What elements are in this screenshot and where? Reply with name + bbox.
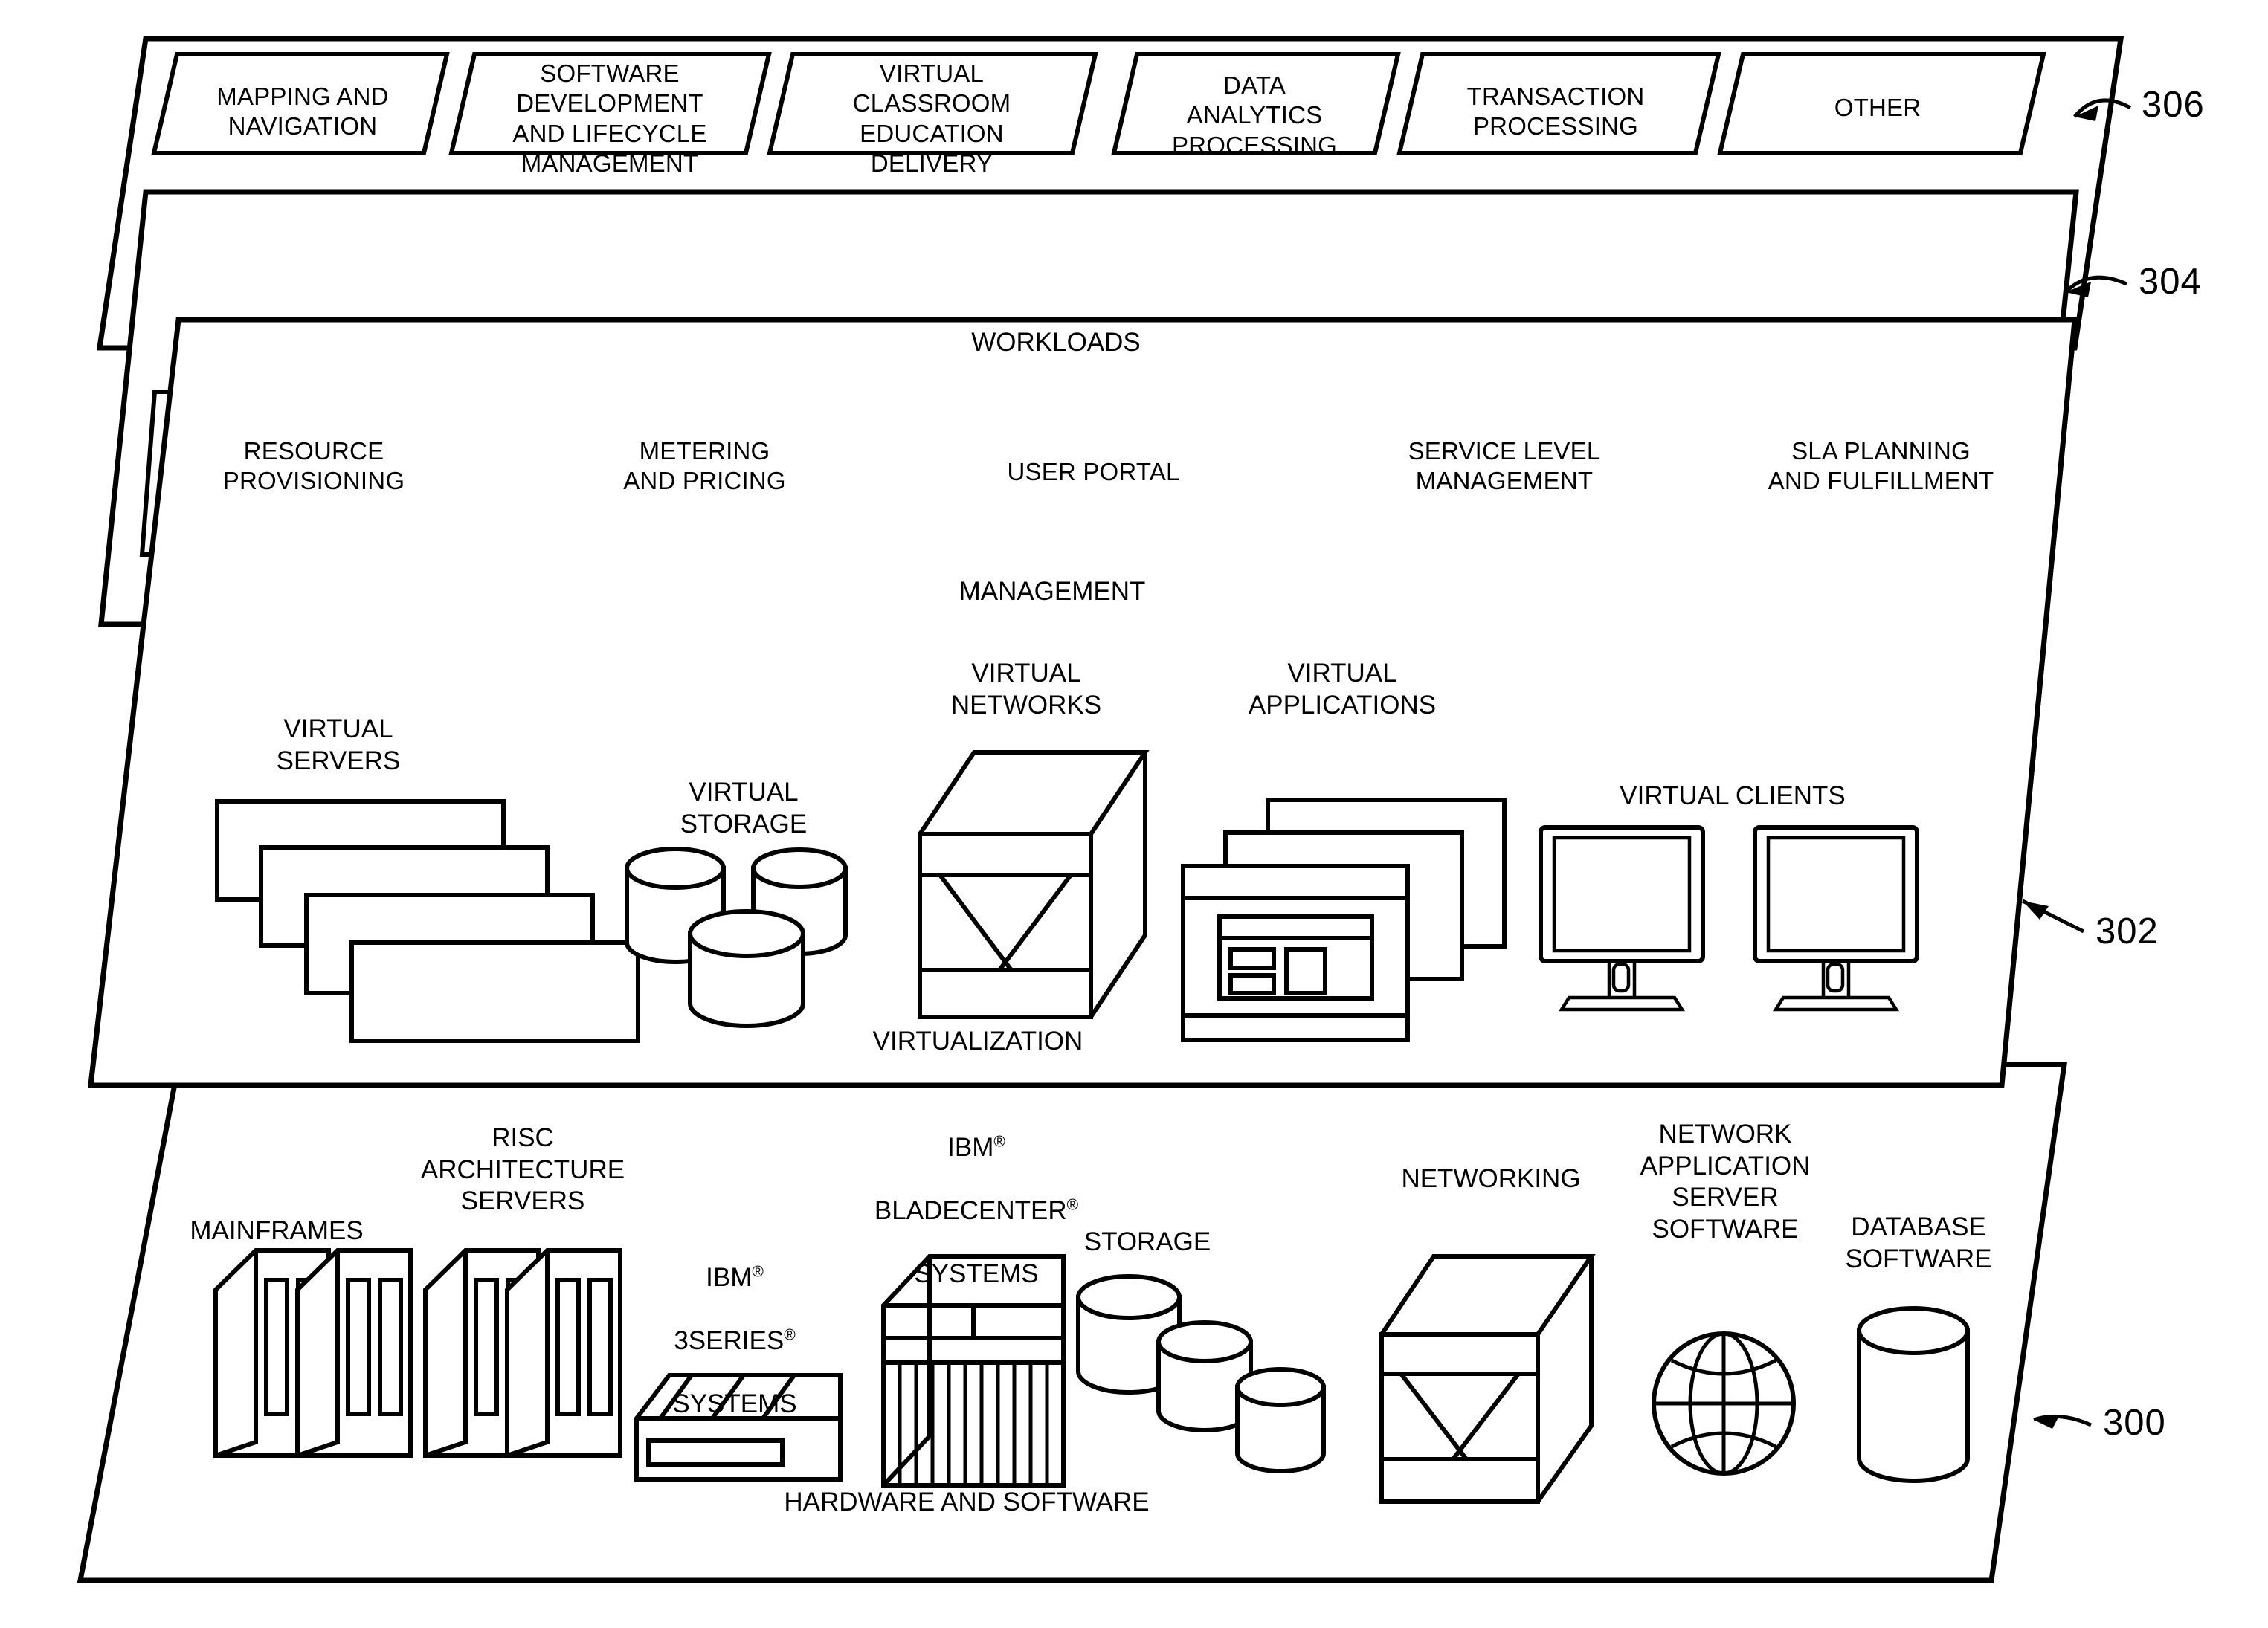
- reference-number-300: 300: [2103, 1403, 2166, 1443]
- icon-label-virtual-applications: VIRTUAL APPLICATIONS: [1248, 659, 1437, 720]
- tile-label-service-level-management: SERVICE LEVEL MANAGEMENT: [1408, 437, 1601, 495]
- reference-number-302: 302: [2095, 911, 2159, 952]
- tile-label-virtual-classroom: VIRTUAL CLASSROOM EDUCATION DELIVERY: [852, 59, 1011, 177]
- tile-label-other: OTHER: [1834, 94, 1921, 121]
- registered-mark-icon: ®: [752, 1263, 764, 1281]
- ibm-3series-line1: IBM®: [706, 1262, 764, 1292]
- icon-label-storage: STORAGE: [1083, 1227, 1211, 1256]
- layer-name-hardware-and-software: HARDWARE AND SOFTWARE: [784, 1488, 1150, 1516]
- diagram-vector-layer: .slab { fill:#ffffff; stroke:#000000; st…: [77, 36, 2132, 1583]
- icon-label-ibm-bladecenter: IBM® BLADECENTER® SYSTEMS: [831, 1100, 1121, 1291]
- risc-servers-icon: [423, 1248, 622, 1458]
- icon-label-virtual-storage: VIRTUAL STORAGE: [680, 778, 808, 839]
- tile-label-sla-planning: SLA PLANNING AND FULFILLMENT: [1768, 437, 1994, 495]
- tile-label-mapping-and-navigation: MAPPING AND NAVIGATION: [216, 83, 389, 140]
- ibm-bladecenter-line1: IBM®: [947, 1132, 1005, 1162]
- ibm-3series-line3: SYSTEMS: [672, 1389, 797, 1419]
- icon-label-mainframes: MAINFRAMES: [190, 1216, 364, 1245]
- tile-label-data-analytics: DATA ANALYTICS PROCESSING: [1171, 71, 1338, 159]
- icon-label-virtual-clients: VIRTUAL CLIENTS: [1620, 781, 1846, 810]
- tile-label-transaction-processing: TRANSACTION PROCESSING: [1466, 83, 1645, 140]
- ibm-3series-line2: 3SERIES®: [674, 1326, 796, 1356]
- icon-label-virtual-networks: VIRTUAL NETWORKS: [950, 659, 1102, 720]
- reference-number-304: 304: [2139, 262, 2202, 302]
- layer-name-virtualization: VIRTUALIZATION: [872, 1027, 1083, 1056]
- tile-label-metering-and-pricing: METERING AND PRICING: [623, 437, 786, 495]
- ibm-bladecenter-icon: [881, 1254, 1066, 1488]
- registered-mark-icon: ®: [784, 1326, 796, 1344]
- database-software-icon: [1857, 1306, 1970, 1483]
- icon-label-virtual-servers: VIRTUAL SERVERS: [276, 714, 401, 775]
- reference-number-306: 306: [2142, 85, 2205, 125]
- mainframes-icon: [213, 1248, 413, 1458]
- registered-mark-icon: ®: [1066, 1196, 1079, 1214]
- tile-label-user-portal: USER PORTAL: [1007, 458, 1180, 485]
- ibm-bladecenter-line3: SYSTEMS: [914, 1259, 1039, 1289]
- ibm-bladecenter-line2: BLADECENTER®: [874, 1196, 1079, 1226]
- figure-canvas: .slab { fill:#ffffff; stroke:#000000; st…: [0, 0, 2268, 1628]
- layer-name-workloads: WORKLOADS: [971, 328, 1141, 357]
- registered-mark-icon: ®: [993, 1133, 1005, 1151]
- network-application-server-software-icon: [1652, 1331, 1796, 1476]
- layer-name-management: MANAGEMENT: [959, 577, 1146, 606]
- tile-label-software-development: SOFTWARE DEVELOPMENT AND LIFECYCLE MANAG…: [512, 59, 707, 177]
- icon-label-networking: NETWORKING: [1401, 1164, 1581, 1193]
- tile-label-resource-provisioning: RESOURCE PROVISIONING: [222, 437, 405, 495]
- icon-label-network-application-server-software: NETWORK APPLICATION SERVER SOFTWARE: [1640, 1120, 1811, 1244]
- icon-label-database-software: DATABASE SOFTWARE: [1845, 1212, 1992, 1273]
- icon-label-ibm-3series: IBM® 3SERIES® SYSTEMS: [638, 1230, 831, 1421]
- icon-label-risc-servers: RISC ARCHITECTURE SERVERS: [420, 1123, 625, 1216]
